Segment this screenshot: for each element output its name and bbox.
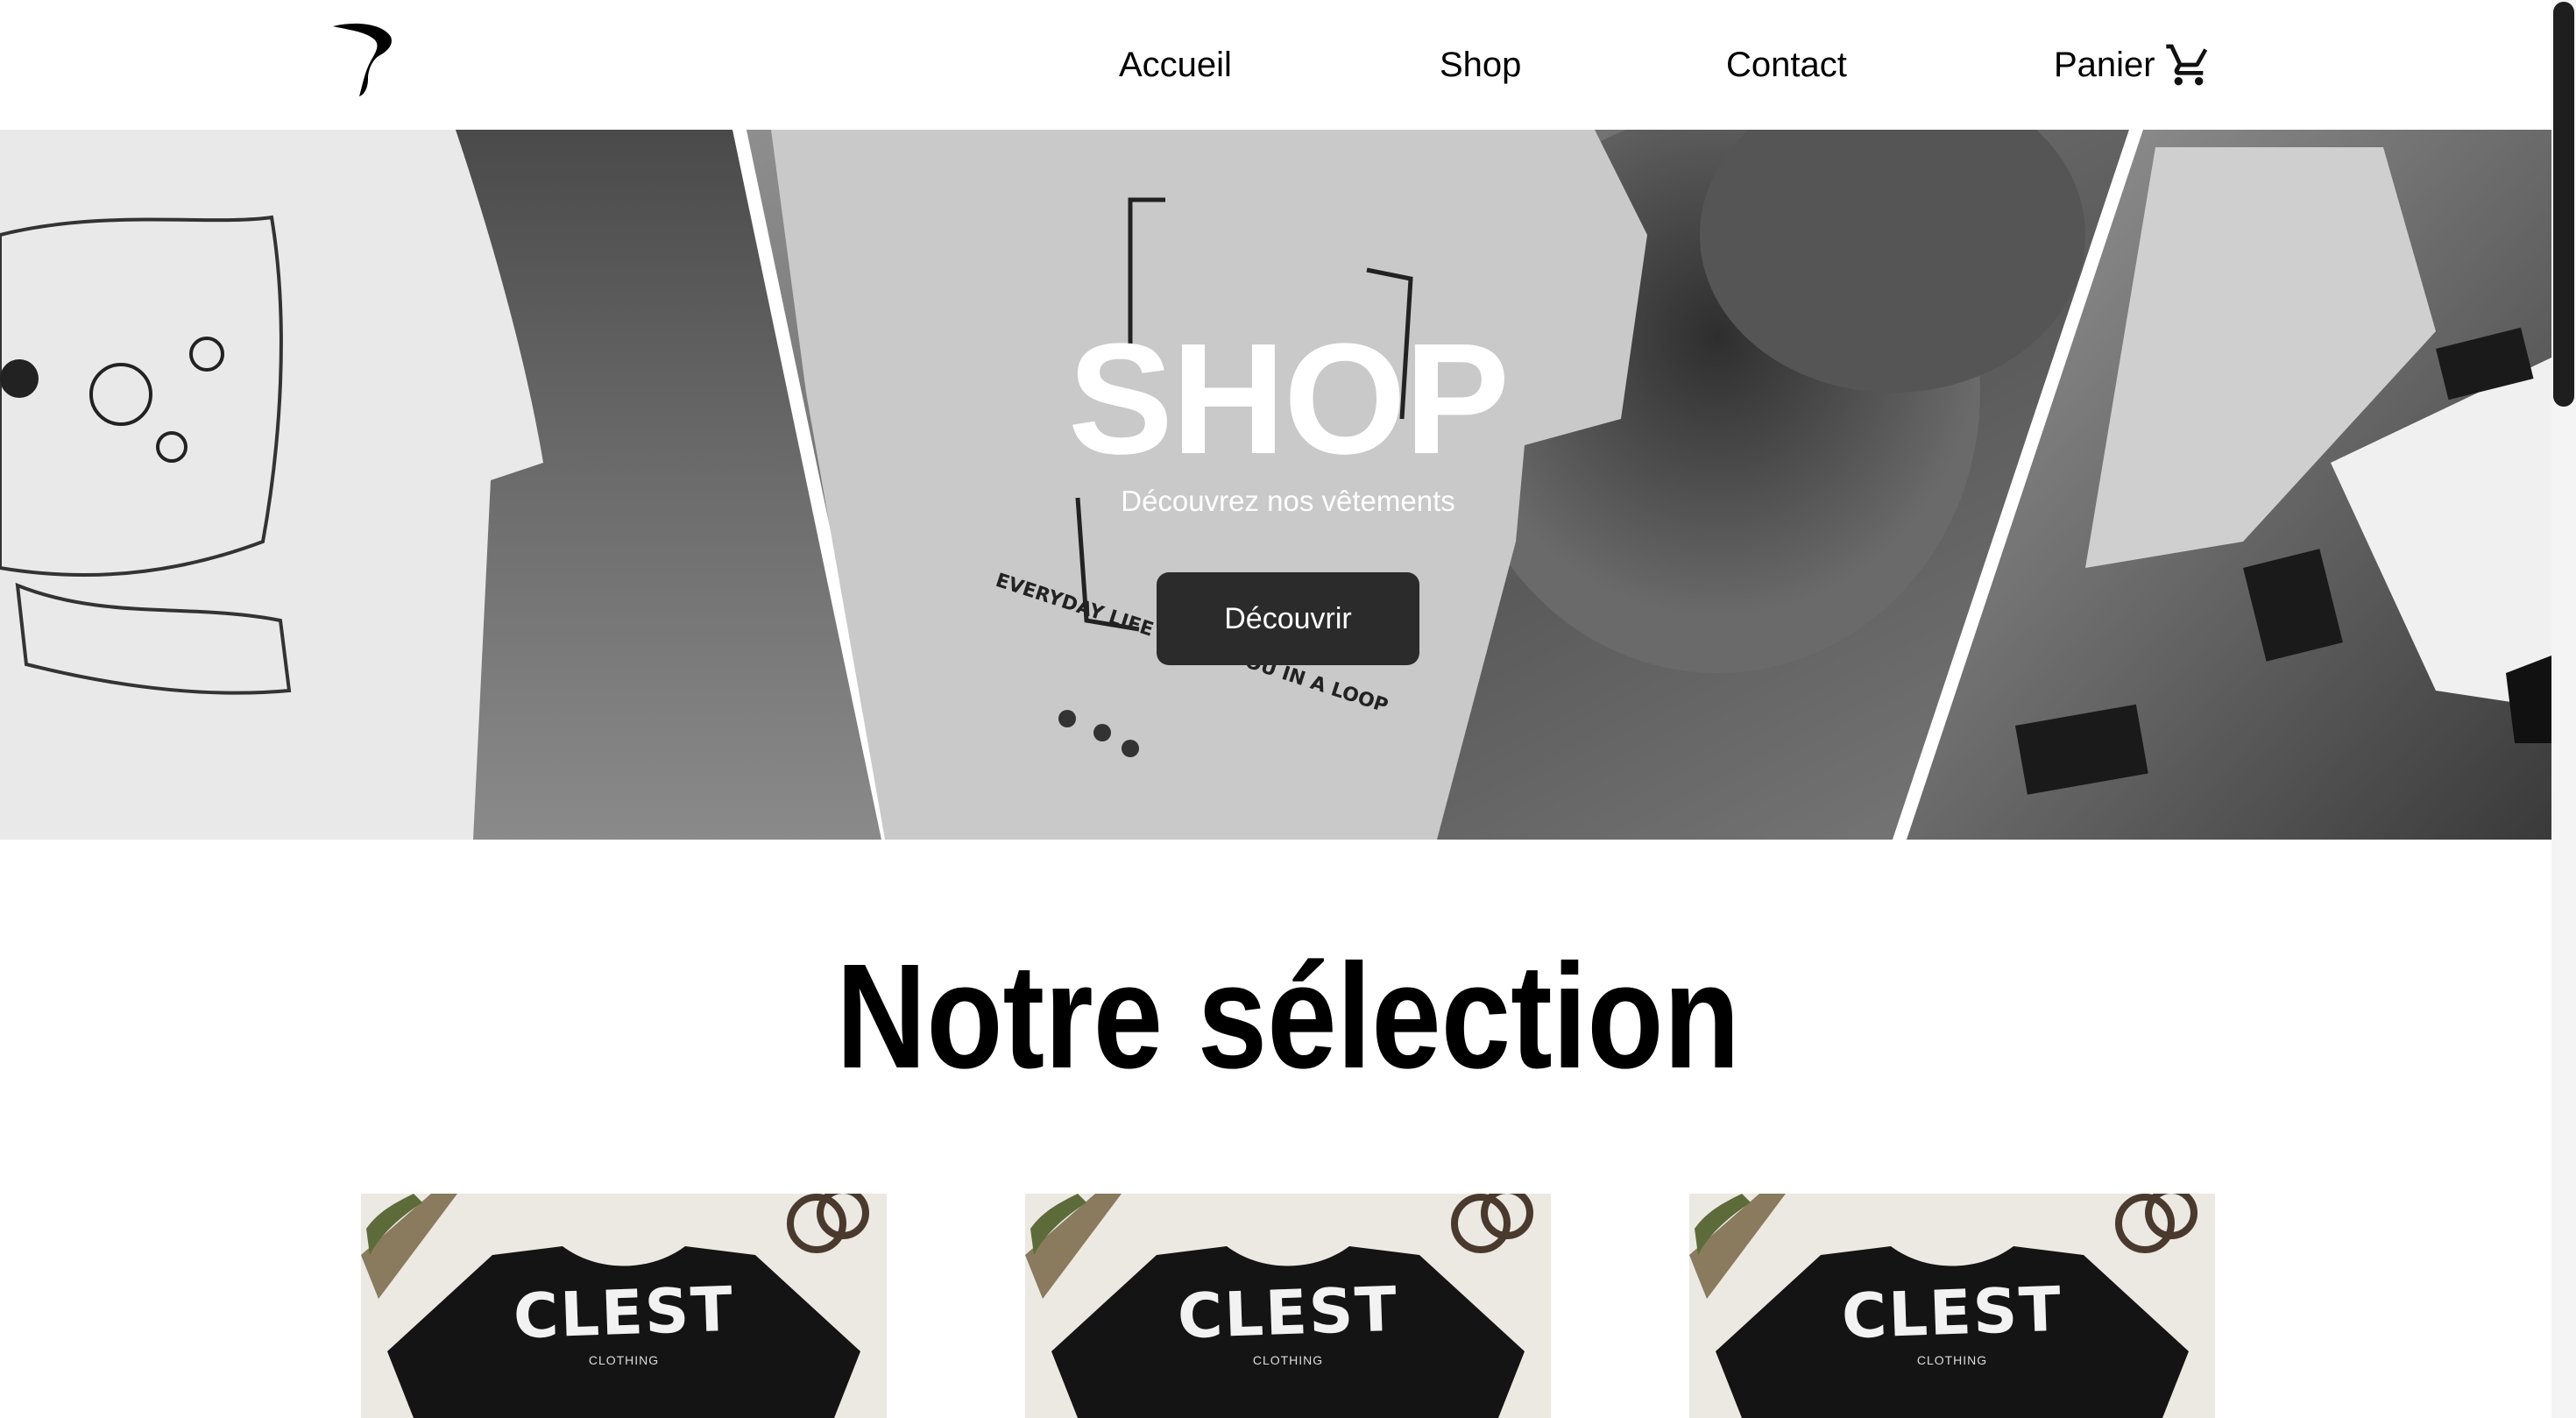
cart-label: Panier (2054, 46, 2155, 84)
brand-logo-icon[interactable] (329, 21, 394, 100)
product-brand-sub: CLOTHING (1252, 1353, 1324, 1367)
top-navigation: Accueil Shop Contact Panier (0, 0, 2551, 130)
discover-button[interactable]: Découvrir (1157, 572, 1419, 665)
selection-title: Notre sélection (836, 933, 1740, 1100)
product-card[interactable]: CLEST CLOTHING (361, 1194, 887, 1418)
product-card[interactable]: CLEST CLOTHING (1689, 1194, 2215, 1418)
nav-link-shop[interactable]: Shop (1440, 39, 1521, 91)
nav-link-contact[interactable]: Contact (1726, 39, 1847, 91)
product-brand-sub: CLOTHING (588, 1353, 660, 1367)
scrollbar-thumb[interactable] (2553, 2, 2574, 407)
product-brand-sub: CLOTHING (1916, 1353, 1988, 1367)
cart-icon (2165, 44, 2207, 86)
hero-subtitle: Découvrez nos vêtements (1121, 485, 1455, 517)
hero-title: SHOP (1067, 311, 1510, 487)
nav-link-accueil[interactable]: Accueil (1119, 39, 1232, 91)
product-card[interactable]: CLEST CLOTHING (1025, 1194, 1551, 1418)
hero-banner: EVERYDAY LIFE LOCKS YOU IN A LOOP SHOP D… (0, 130, 2551, 840)
nav-link-panier[interactable]: Panier (2054, 39, 2213, 91)
